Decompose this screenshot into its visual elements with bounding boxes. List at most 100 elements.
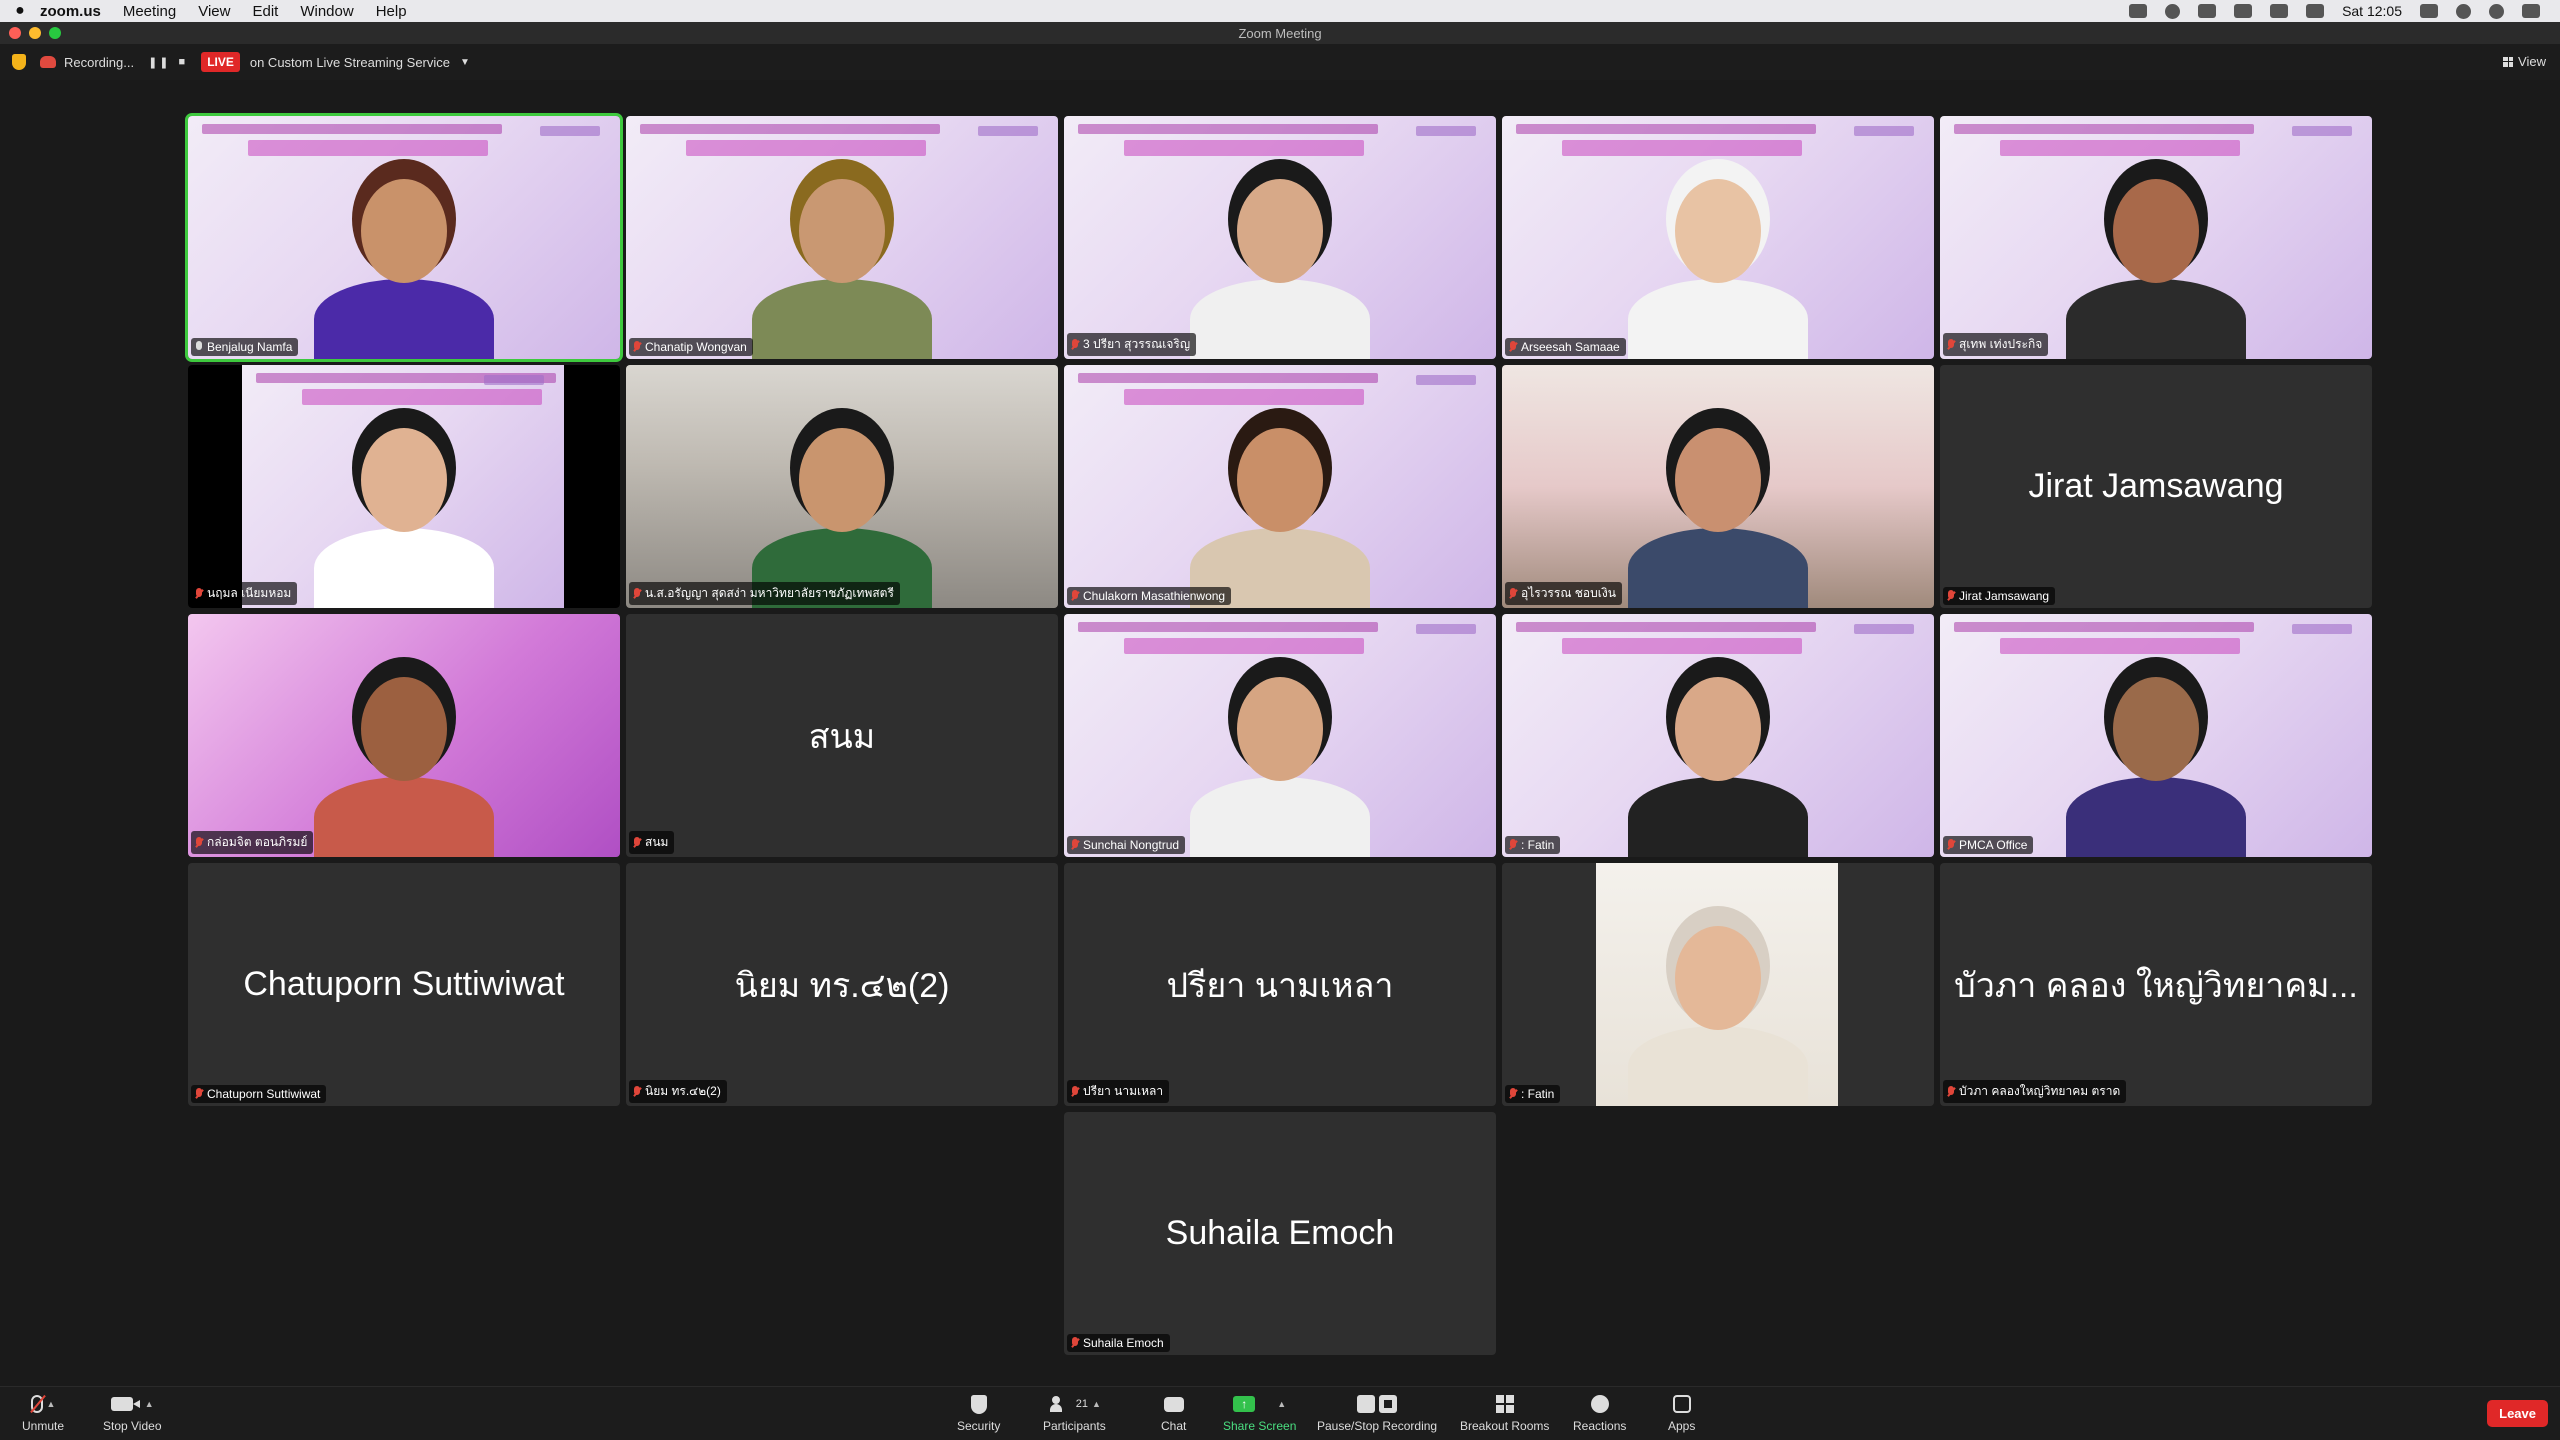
chevron-down-icon[interactable]: ▼ — [460, 57, 470, 68]
recording-label: Pause/Stop Recording — [1317, 1419, 1438, 1433]
participant-figure — [1190, 398, 1370, 608]
menu-help[interactable]: Help — [376, 3, 407, 20]
zoom-status-icon[interactable] — [2198, 4, 2217, 18]
security-button[interactable]: Security — [957, 1393, 1000, 1433]
unmute-button[interactable]: ▲ Unmute — [22, 1393, 64, 1433]
apps-button[interactable]: Apps — [1668, 1393, 1695, 1433]
participant-tile[interactable]: Jirat Jamsawang Jirat Jamsawang — [1940, 365, 2372, 608]
participant-figure — [314, 149, 494, 359]
participant-display-name: บัวภา คลอง ใหญ่วิทยาคม... — [1954, 966, 2358, 1005]
chat-label: Chat — [1161, 1419, 1187, 1433]
participant-tile[interactable]: อุไรวรรณ ชอบเงิน — [1502, 365, 1934, 608]
apps-label: Apps — [1668, 1419, 1696, 1433]
menu-window[interactable]: Window — [300, 3, 353, 20]
chevron-up-icon[interactable]: ▲ — [145, 1399, 154, 1409]
security-label: Security — [957, 1419, 1001, 1433]
participant-tile[interactable]: นฤมล เนียมหอม — [188, 365, 620, 608]
view-button[interactable]: View — [2503, 54, 2546, 69]
participant-display-name: Jirat Jamsawang — [2028, 467, 2284, 505]
participant-tile[interactable]: สุเทพ เท่งประกิจ — [1940, 116, 2372, 359]
screen-record-icon[interactable] — [2234, 4, 2253, 18]
menu-meeting[interactable]: Meeting — [123, 3, 176, 20]
participant-tile[interactable]: Sunchai Nongtrud — [1064, 614, 1496, 857]
messages-icon[interactable] — [2165, 3, 2181, 19]
share-screen-button[interactable]: ↑ ▲ Share Screen — [1223, 1393, 1296, 1433]
participant-tile[interactable]: บัวภา คลอง ใหญ่วิทยาคม... บัวภา คลองใหญ่ว… — [1940, 863, 2372, 1106]
menu-app[interactable]: zoom.us — [40, 3, 101, 20]
participant-display-name: นิยม ทร.๔๒(2) — [734, 966, 950, 1005]
participant-name: : Fatin — [1521, 838, 1555, 852]
view-label: View — [2518, 54, 2546, 69]
microphone-muted-icon — [195, 1088, 203, 1100]
meeting-toolbar: ▲ Unmute ▲ Stop Video Security 21 ▲ Parti… — [0, 1386, 2560, 1440]
apple-menu-icon[interactable]: ● — [0, 2, 40, 20]
chevron-up-icon[interactable]: ▲ — [47, 1399, 56, 1409]
menu-edit[interactable]: Edit — [252, 3, 278, 20]
control-center-icon[interactable] — [2522, 4, 2540, 18]
participant-tile[interactable]: Suhaila Emoch Suhaila Emoch — [1064, 1112, 1496, 1355]
security-shield-icon[interactable] — [12, 54, 26, 70]
chevron-up-icon[interactable]: ▲ — [1277, 1399, 1286, 1409]
leave-button[interactable]: Leave — [2487, 1400, 2548, 1427]
participant-tile[interactable]: : Fatin — [1502, 614, 1934, 857]
menu-view[interactable]: View — [198, 3, 230, 20]
participant-tile[interactable]: Arseesah Samaae — [1502, 116, 1934, 359]
breakout-rooms-button[interactable]: Breakout Rooms — [1460, 1393, 1549, 1433]
cloud-recording-icon — [40, 56, 56, 68]
bluetooth-icon[interactable] — [2270, 4, 2289, 18]
participant-tile[interactable]: นิยม ทร.๔๒(2) นิยม ทร.๔๒(2) — [626, 863, 1058, 1106]
pause-stop-recording-button[interactable]: Pause/Stop Recording — [1317, 1393, 1437, 1433]
participant-figure — [752, 398, 932, 608]
participant-video — [1502, 614, 1934, 857]
menubar-clock[interactable]: Sat 12:05 — [2342, 3, 2402, 19]
spotlight-search-icon[interactable] — [2456, 3, 2471, 19]
participant-tile[interactable]: Chulakorn Masathienwong — [1064, 365, 1496, 608]
participant-video — [188, 116, 620, 359]
participants-button[interactable]: 21 ▲ Participants — [1043, 1393, 1106, 1433]
pause-recording-icon[interactable]: ❚❚ — [148, 56, 170, 69]
participant-tile[interactable]: กล่อมจิต ตอนภิรมย์ — [188, 614, 620, 857]
microphone-muted-icon — [1071, 1337, 1079, 1349]
minimize-window-button[interactable] — [29, 27, 41, 39]
macos-menubar: ● zoom.us Meeting View Edit Window Help … — [0, 0, 2560, 22]
stop-video-button[interactable]: ▲ Stop Video — [103, 1393, 162, 1433]
microphone-muted-icon — [1071, 590, 1079, 602]
microphone-muted-icon — [633, 1085, 641, 1098]
participant-tile[interactable]: สนม สนม — [626, 614, 1058, 857]
microphone-muted-icon — [1509, 587, 1517, 600]
reactions-label: Reactions — [1573, 1419, 1627, 1433]
reactions-button[interactable]: Reactions — [1573, 1393, 1626, 1433]
microphone-muted-icon — [1509, 839, 1517, 851]
participant-name-tag: บัวภา คลองใหญ่วิทยาคม ตราด — [1943, 1080, 2127, 1103]
participant-tile[interactable]: : Fatin — [1502, 863, 1934, 1106]
participant-tile[interactable]: น.ส.อรัญญา สุดสง่า มหาวิทยาลัยราชภัฏเทพส… — [626, 365, 1058, 608]
participant-name-tag: สุเทพ เท่งประกิจ — [1943, 333, 2049, 356]
user-avatar-icon[interactable] — [2489, 3, 2504, 19]
participant-tile[interactable]: 3 ปรียา สุวรรณเจริญ — [1064, 116, 1496, 359]
microphone-muted-icon — [1947, 839, 1955, 851]
participant-figure — [1628, 149, 1808, 359]
participant-tile[interactable]: Benjalug Namfa — [185, 113, 623, 362]
participant-video — [626, 116, 1058, 359]
chevron-up-icon[interactable]: ▲ — [1092, 1399, 1101, 1409]
participant-name: PMCA Office — [1959, 838, 2028, 852]
location-icon[interactable] — [2129, 4, 2148, 18]
participant-tile[interactable]: ปรียา นามเหลา ปรียา นามเหลา — [1064, 863, 1496, 1106]
participant-name: สุเทพ เท่งประกิจ — [1959, 337, 2043, 351]
microphone-muted-icon — [1509, 1088, 1517, 1100]
chat-button[interactable]: Chat — [1161, 1393, 1186, 1433]
zoom-window-button[interactable] — [49, 27, 61, 39]
participant-tile[interactable]: Chatuporn Suttiwiwat Chatuporn Suttiwiwat — [188, 863, 620, 1106]
gallery-view: Benjalug Namfa Chanatip Wongvan 3 ปรียา สุ… — [0, 80, 2560, 1386]
stop-recording-icon[interactable]: ■ — [179, 56, 188, 68]
stream-destination[interactable]: on Custom Live Streaming Service — [250, 55, 450, 70]
microphone-muted-icon — [195, 587, 203, 600]
close-window-button[interactable] — [9, 27, 21, 39]
participant-name-tag: นฤมล เนียมหอม — [191, 582, 298, 605]
participant-tile[interactable]: PMCA Office — [1940, 614, 2372, 857]
input-source-icon[interactable] — [2420, 4, 2438, 18]
wifi-icon[interactable] — [2306, 4, 2325, 18]
participant-name-tag: อุไรวรรณ ชอบเงิน — [1505, 582, 1622, 605]
participant-tile[interactable]: Chanatip Wongvan — [626, 116, 1058, 359]
microphone-muted-icon — [1071, 338, 1079, 351]
